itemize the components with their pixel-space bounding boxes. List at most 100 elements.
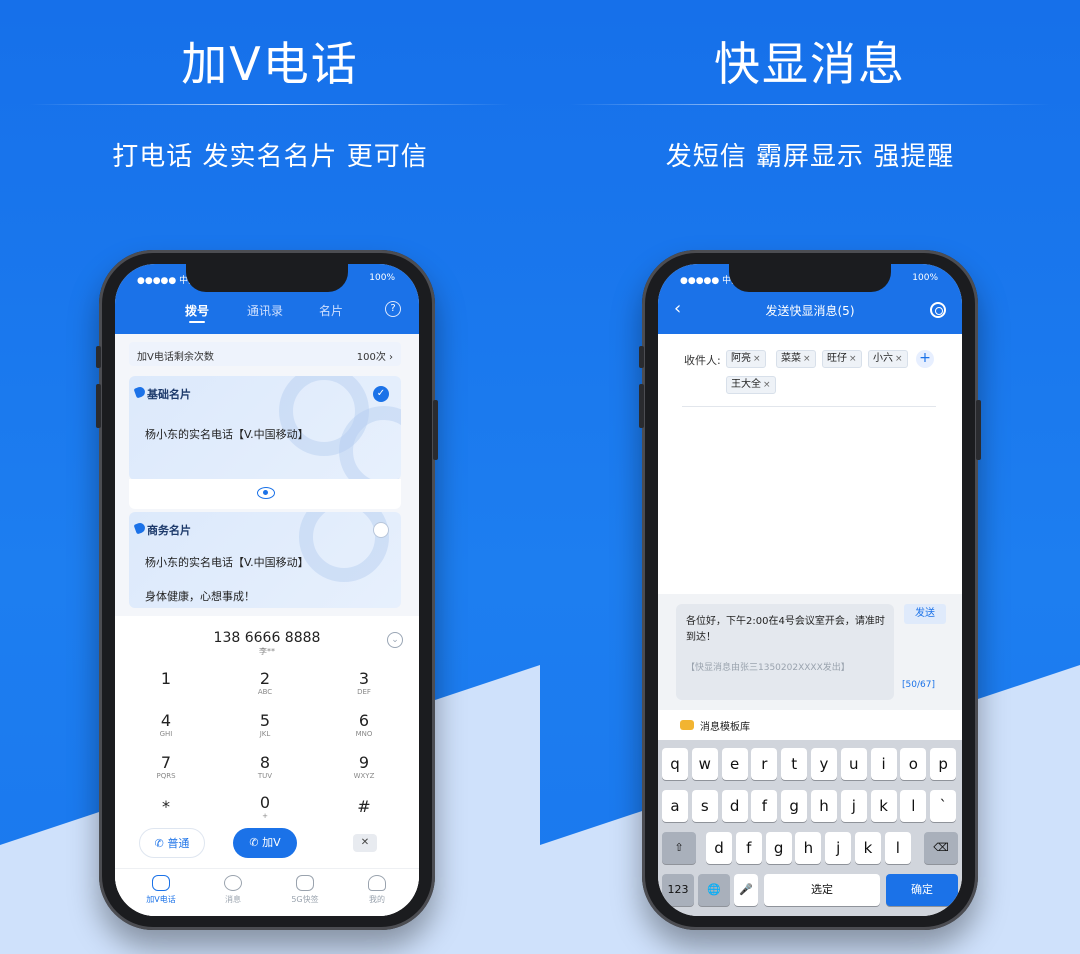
- key-h[interactable]: h: [795, 832, 822, 864]
- radio-icon[interactable]: [373, 522, 389, 538]
- key-5[interactable]: 5 JKL: [225, 712, 305, 739]
- close-icon[interactable]: ×: [803, 354, 811, 364]
- key-e[interactable]: e: [721, 748, 748, 780]
- clear-icon[interactable]: ✕: [353, 834, 377, 852]
- key-p[interactable]: p: [930, 748, 957, 780]
- remaining-label: 加V电话剩余次数: [137, 352, 214, 363]
- phone-side-button: [96, 346, 101, 368]
- business-card[interactable]: 商务名片 杨小东的实名电话【V.中国移动】 身体健康，心想事成！: [129, 512, 401, 608]
- key-star[interactable]: *: [126, 798, 206, 816]
- tab-dial[interactable]: 拨号: [185, 302, 209, 323]
- key-j[interactable]: j: [840, 790, 867, 822]
- key-f[interactable]: f: [735, 832, 762, 864]
- keyboard: q w e r t y u i o p a s d f g h j k l ` ⇧ d f g h j k l ⌫ 123 🌐 🎤 选定 确定: [658, 740, 962, 916]
- panel-title: 快显消息: [714, 37, 906, 91]
- compose-area: 各位好，下午2:00在4号会议室开会，请准时到达！ 【快显消息由张三135020…: [658, 594, 962, 710]
- template-library-bar[interactable]: 消息模板库: [658, 710, 962, 740]
- recipient-chip[interactable]: 菜菜 ×: [776, 350, 816, 368]
- remaining-calls-row[interactable]: 加V电话剩余次数 100次 ›: [129, 342, 401, 366]
- card-text: 杨小东的实名电话【V.中国移动】: [145, 556, 309, 569]
- key-l[interactable]: l: [900, 790, 927, 822]
- key-q[interactable]: q: [662, 748, 688, 780]
- key-j[interactable]: j: [825, 832, 852, 864]
- help-icon[interactable]: ?: [385, 301, 401, 317]
- phone-side-button: [639, 384, 644, 428]
- card-text: 身体健康，心想事成！: [145, 590, 255, 603]
- message-text: 各位好，下午2:00在4号会议室开会，请准时到达！: [686, 616, 885, 643]
- key-k[interactable]: k: [870, 790, 897, 822]
- key-k[interactable]: k: [855, 832, 881, 864]
- nav-mine[interactable]: 我的: [347, 875, 407, 905]
- recipient-chip[interactable]: 王大全 ×: [726, 376, 776, 394]
- confirm-key[interactable]: 确定: [886, 874, 958, 906]
- numbers-key[interactable]: 123: [662, 874, 694, 906]
- key-a[interactable]: a: [662, 790, 688, 822]
- normal-call-button[interactable]: ✆ 普通: [139, 828, 205, 858]
- panel-subtitle: 发短信 霸屏显示 强提醒: [665, 142, 955, 172]
- mic-icon[interactable]: 🎤: [734, 874, 758, 906]
- preview-bar[interactable]: [129, 479, 401, 509]
- key-9[interactable]: 9 WXYZ: [324, 754, 404, 781]
- right-promo-panel: 快显消息 发短信 霸屏显示 强提醒 ●●●●● 中国移 100% ‹ 发送快显消…: [540, 0, 1080, 954]
- recipient-chip[interactable]: 旺仔 ×: [822, 350, 862, 368]
- recipients-area: 收件人: 阿亮 × 菜菜 × 旺仔 × 小六 × + 王大全 ×: [658, 334, 962, 594]
- key-6[interactable]: 6 MNO: [324, 712, 404, 739]
- tab-cards[interactable]: 名片: [319, 302, 343, 319]
- key-d[interactable]: d: [706, 832, 732, 864]
- recipient-chip[interactable]: 小六 ×: [868, 350, 908, 368]
- close-icon[interactable]: ×: [849, 354, 857, 364]
- send-button[interactable]: 发送: [904, 604, 946, 624]
- key-o[interactable]: o: [900, 748, 927, 780]
- key-hash[interactable]: #: [324, 798, 404, 816]
- panel-subtitle: 打电话 发实名名片 更可信: [112, 142, 428, 172]
- globe-icon[interactable]: 🌐: [698, 874, 730, 906]
- v-call-button[interactable]: ✆ 加V: [233, 828, 297, 858]
- key-y[interactable]: y: [811, 748, 837, 780]
- key-l[interactable]: l: [884, 832, 911, 864]
- basic-card[interactable]: 基础名片 ✓ 杨小东的实名电话【V.中国移动】: [129, 376, 401, 480]
- close-icon[interactable]: ×: [763, 380, 771, 390]
- close-icon[interactable]: ×: [753, 354, 761, 364]
- chevron-down-icon[interactable]: ⌄: [387, 632, 403, 648]
- key-7[interactable]: 7 PQRS: [126, 754, 206, 781]
- key-4[interactable]: 4 GHI: [126, 712, 206, 739]
- eye-icon[interactable]: [257, 487, 275, 499]
- key-1[interactable]: 1: [126, 670, 206, 688]
- template-label: 消息模板库: [700, 722, 750, 733]
- nav-messages[interactable]: 消息: [203, 875, 263, 905]
- message-signature: 【快显消息由张三1350202XXXX发出】: [686, 663, 850, 673]
- shift-key[interactable]: ⇧: [662, 832, 696, 864]
- gear-icon[interactable]: [930, 302, 946, 318]
- check-icon[interactable]: ✓: [373, 386, 389, 402]
- phone-notch: [729, 264, 891, 292]
- bottom-nav: 加V电话 消息 5G快签 我的: [115, 868, 419, 916]
- key-3[interactable]: 3 DEF: [324, 670, 404, 697]
- key-2[interactable]: 2 ABC: [225, 670, 305, 697]
- key-g[interactable]: g: [765, 832, 792, 864]
- phone-screen: ●●●●● 中国移 100% 拨号 通讯录 名片 ? 加V电话剩余次数 100次…: [115, 264, 419, 916]
- key-r[interactable]: r: [751, 748, 778, 780]
- key-h[interactable]: h: [811, 790, 837, 822]
- key-u[interactable]: u: [840, 748, 867, 780]
- key-0[interactable]: 0 +: [225, 794, 305, 821]
- key-i[interactable]: i: [870, 748, 897, 780]
- add-recipient-icon[interactable]: +: [916, 350, 934, 368]
- key-w[interactable]: w: [691, 748, 718, 780]
- space-key[interactable]: 选定: [764, 874, 880, 906]
- message-input[interactable]: 各位好，下午2:00在4号会议室开会，请准时到达！ 【快显消息由张三135020…: [676, 604, 894, 700]
- tab-contacts[interactable]: 通讯录: [247, 302, 283, 319]
- key-t[interactable]: t: [781, 748, 808, 780]
- recipient-chip[interactable]: 阿亮 ×: [726, 350, 766, 368]
- phone-side-button: [433, 400, 438, 460]
- key-g[interactable]: g: [781, 790, 808, 822]
- key-s[interactable]: s: [691, 790, 718, 822]
- user-icon: [368, 875, 386, 891]
- close-icon[interactable]: ×: [895, 354, 903, 364]
- nav-v-call[interactable]: 加V电话: [131, 875, 191, 905]
- key-8[interactable]: 8 TUV: [225, 754, 305, 781]
- key-f[interactable]: f: [751, 790, 778, 822]
- nav-5g[interactable]: 5G快签: [275, 875, 335, 905]
- key-d[interactable]: d: [721, 790, 748, 822]
- key-backtick[interactable]: `: [930, 790, 957, 822]
- delete-key[interactable]: ⌫: [924, 832, 958, 864]
